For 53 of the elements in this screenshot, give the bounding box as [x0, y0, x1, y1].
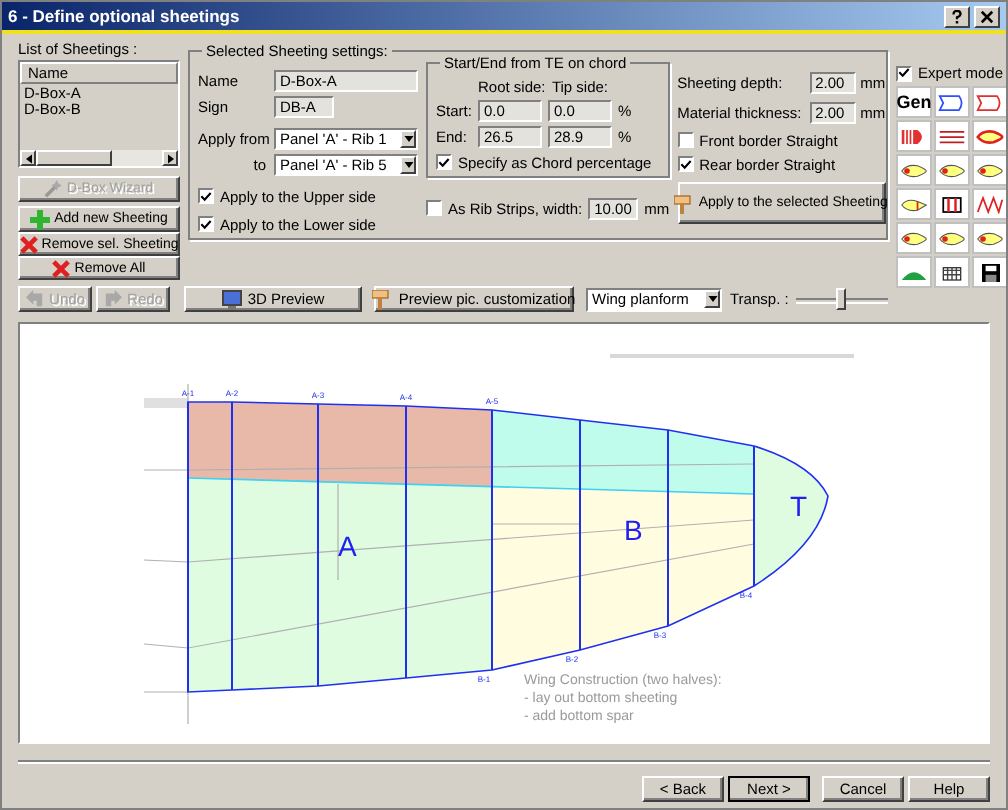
redo-icon	[103, 290, 122, 308]
tool-button[interactable]	[934, 256, 970, 288]
caret-icon	[707, 296, 717, 302]
slider-thumb[interactable]	[836, 288, 847, 310]
plus-icon	[30, 209, 51, 229]
question-icon	[950, 9, 964, 23]
airfoil-icon	[976, 161, 1004, 179]
checkbox[interactable]	[198, 188, 214, 204]
undo-icon	[25, 290, 44, 308]
tool-button[interactable]: Gen	[896, 86, 932, 118]
horizontal-scrollbar[interactable]	[20, 150, 178, 166]
brush-icon	[674, 193, 695, 213]
outline-icon	[976, 93, 1004, 111]
airfoil-icon	[938, 161, 966, 179]
airfoil-icon	[900, 161, 928, 179]
caret-icon	[403, 136, 413, 142]
save-icon	[981, 263, 999, 281]
tool-button[interactable]	[972, 256, 1006, 288]
checkbox[interactable]	[436, 154, 452, 170]
left-arrow-icon	[25, 153, 31, 163]
close-icon	[980, 9, 994, 23]
caret-icon	[403, 162, 413, 168]
checker-icon	[938, 263, 966, 281]
checkbox[interactable]	[677, 132, 694, 148]
ribs-icon	[900, 127, 928, 145]
airfoil-icon	[976, 127, 1004, 145]
checkbox[interactable]	[426, 200, 442, 216]
monitor-icon	[221, 289, 242, 309]
deck-icon	[938, 195, 966, 213]
checkbox[interactable]	[198, 216, 214, 232]
panel-label: T	[790, 490, 808, 522]
airfoil-icon	[938, 229, 966, 247]
cross-icon	[19, 235, 38, 253]
panel-label: B	[624, 514, 643, 546]
zigzag-icon	[976, 195, 1004, 213]
cross-icon	[52, 259, 71, 277]
close-button[interactable]	[974, 5, 1000, 27]
airfoil-icon	[976, 229, 1004, 247]
right-arrow-icon	[167, 153, 173, 163]
wand-icon	[44, 180, 63, 198]
checkbox[interactable]	[896, 65, 912, 81]
brush-icon	[372, 289, 393, 309]
window-title: 6 - Define optional sheetings	[8, 6, 242, 26]
help-button[interactable]	[944, 5, 970, 27]
panel-icon	[938, 127, 966, 145]
airfoil-icon	[900, 229, 928, 247]
checkbox[interactable]	[677, 156, 694, 172]
outline-icon	[938, 93, 966, 111]
tool-button[interactable]	[934, 120, 970, 152]
panel-label: A	[338, 530, 357, 562]
transparency-slider[interactable]	[796, 286, 889, 312]
airfoil-icon	[900, 195, 928, 213]
tool-button[interactable]	[934, 188, 970, 220]
